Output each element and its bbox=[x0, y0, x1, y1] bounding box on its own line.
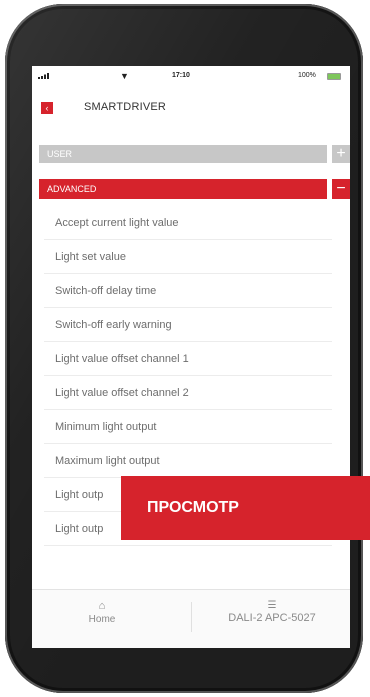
signal-icon bbox=[38, 73, 49, 79]
wifi-icon: ▼ bbox=[120, 71, 129, 81]
app-header: ‹ SMARTDRIVER bbox=[32, 90, 350, 130]
page-title: SMARTDRIVER bbox=[84, 101, 167, 113]
tab-home[interactable]: ⌂ Home bbox=[72, 600, 132, 625]
sliders-icon: ☰ bbox=[267, 600, 277, 611]
battery-percent: 100% bbox=[298, 72, 316, 79]
list-item[interactable]: Switch-off early warning bbox=[44, 308, 332, 342]
section-advanced[interactable]: ADVANCED bbox=[39, 179, 327, 199]
expand-user-button[interactable]: + bbox=[332, 145, 350, 163]
section-user-label: USER bbox=[47, 149, 73, 159]
app-screen: ▼ 17:10 100% ‹ SMARTDRIVER USER + ADVANC… bbox=[32, 66, 350, 648]
bottom-tab-bar: ⌂ Home ☰ DALI-2 APC-5027 bbox=[32, 589, 350, 648]
tab-device[interactable]: ☰ DALI-2 APC-5027 bbox=[202, 600, 342, 624]
section-user[interactable]: USER bbox=[39, 145, 327, 163]
list-item[interactable]: Light value offset channel 1 bbox=[44, 342, 332, 376]
phone-frame: ▼ 17:10 100% ‹ SMARTDRIVER USER + ADVANC… bbox=[5, 4, 363, 693]
status-time: 17:10 bbox=[172, 72, 190, 79]
list-item[interactable]: Light value offset channel 2 bbox=[44, 376, 332, 410]
tab-home-label: Home bbox=[88, 614, 116, 625]
section-advanced-label: ADVANCED bbox=[47, 184, 97, 194]
home-icon: ⌂ bbox=[98, 600, 106, 612]
tab-divider bbox=[191, 602, 192, 632]
list-item[interactable]: Minimum light output bbox=[44, 410, 332, 444]
battery-icon bbox=[327, 73, 341, 80]
back-arrow-icon[interactable]: ‹ bbox=[41, 102, 53, 114]
view-banner[interactable]: ПРОСМОТР bbox=[121, 476, 370, 540]
list-item[interactable]: Light set value bbox=[44, 240, 332, 274]
collapse-advanced-button[interactable]: − bbox=[332, 179, 350, 199]
tab-device-label: DALI-2 APC-5027 bbox=[228, 612, 316, 624]
status-bar: ▼ 17:10 100% bbox=[32, 66, 350, 88]
list-item[interactable]: Switch-off delay time bbox=[44, 274, 332, 308]
list-item[interactable]: Accept current light value bbox=[44, 206, 332, 240]
list-item[interactable]: Maximum light output bbox=[44, 444, 332, 478]
